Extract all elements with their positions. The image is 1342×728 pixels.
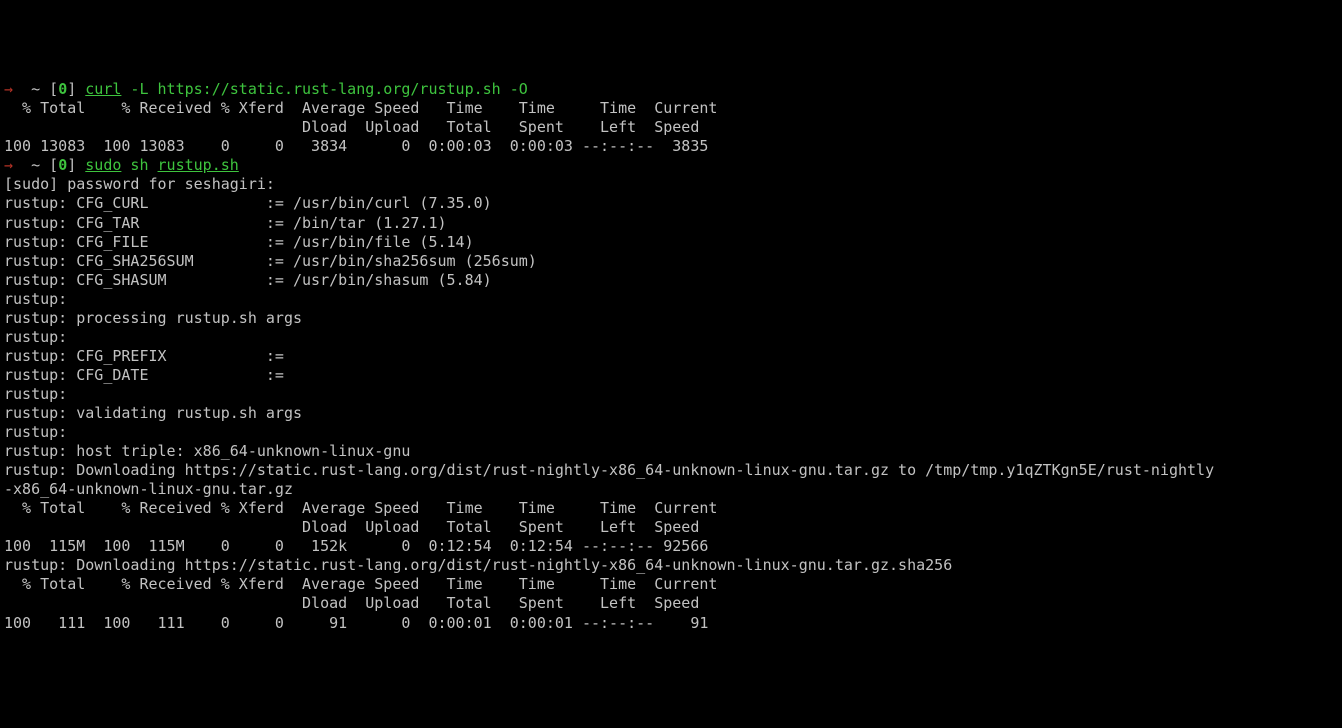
sudo-prompt: [sudo] password for seshagiri: [4, 175, 275, 193]
prompt-cwd: ~ [31, 80, 40, 98]
bracket-open: [ [49, 156, 58, 174]
rustup-line: rustup: CFG_DATE := [4, 366, 284, 384]
command-sudo: sudo [85, 156, 121, 174]
rustup-download-line-cont: -x86_64-unknown-linux-gnu.tar.gz [4, 480, 293, 498]
curl-progress-row: 100 115M 100 115M 0 0 152k 0 0:12:54 0:1… [4, 537, 708, 555]
curl-progress-row: 100 13083 100 13083 0 0 3834 0 0:00:03 0… [4, 137, 708, 155]
prompt-cwd: ~ [31, 156, 40, 174]
rustup-line: rustup: [4, 290, 67, 308]
curl-header-1: % Total % Received % Xferd Average Speed… [4, 99, 717, 117]
curl-progress-row: 100 111 100 111 0 0 91 0 0:00:01 0:00:01… [4, 614, 708, 632]
prompt-line-1: → ~ [0] curl -L https://static.rust-lang… [4, 80, 528, 98]
rustup-download-line: rustup: Downloading https://static.rust-… [4, 461, 1214, 479]
bracket-close: ] [67, 80, 76, 98]
command-sh: sh [121, 156, 157, 174]
curl-header-2: Dload Upload Total Spent Left Speed [4, 518, 699, 536]
curl-header-2: Dload Upload Total Spent Left Speed [4, 118, 699, 136]
exit-code: 0 [58, 156, 67, 174]
prompt-arrow-icon: → [4, 156, 13, 174]
rustup-line: rustup: processing rustup.sh args [4, 309, 302, 327]
rustup-line: rustup: validating rustup.sh args [4, 404, 302, 422]
rustup-line: rustup: host triple: x86_64-unknown-linu… [4, 442, 410, 460]
curl-header-1: % Total % Received % Xferd Average Speed… [4, 499, 717, 517]
prompt-line-2: → ~ [0] sudo sh rustup.sh [4, 156, 239, 174]
curl-header-1: % Total % Received % Xferd Average Speed… [4, 575, 717, 593]
rustup-line: rustup: CFG_SHA256SUM := /usr/bin/sha256… [4, 252, 537, 270]
rustup-line: rustup: CFG_FILE := /usr/bin/file (5.14) [4, 233, 474, 251]
rustup-download-line: rustup: Downloading https://static.rust-… [4, 556, 952, 574]
command-file: rustup.sh [158, 156, 239, 174]
prompt-arrow-icon: → [4, 80, 13, 98]
rustup-line: rustup: CFG_PREFIX := [4, 347, 284, 365]
rustup-line: rustup: [4, 385, 67, 403]
rustup-line: rustup: [4, 328, 67, 346]
rustup-line: rustup: CFG_TAR := /bin/tar (1.27.1) [4, 214, 447, 232]
command-curl: curl [85, 80, 121, 98]
command-args: -L https://static.rust-lang.org/rustup.s… [121, 80, 527, 98]
bracket-open: [ [49, 80, 58, 98]
terminal[interactable]: → ~ [0] curl -L https://static.rust-lang… [4, 80, 1338, 632]
rustup-line: rustup: [4, 423, 67, 441]
bracket-close: ] [67, 156, 76, 174]
rustup-line: rustup: CFG_SHASUM := /usr/bin/shasum (5… [4, 271, 492, 289]
exit-code: 0 [58, 80, 67, 98]
curl-header-2: Dload Upload Total Spent Left Speed [4, 594, 699, 612]
rustup-line: rustup: CFG_CURL := /usr/bin/curl (7.35.… [4, 194, 492, 212]
